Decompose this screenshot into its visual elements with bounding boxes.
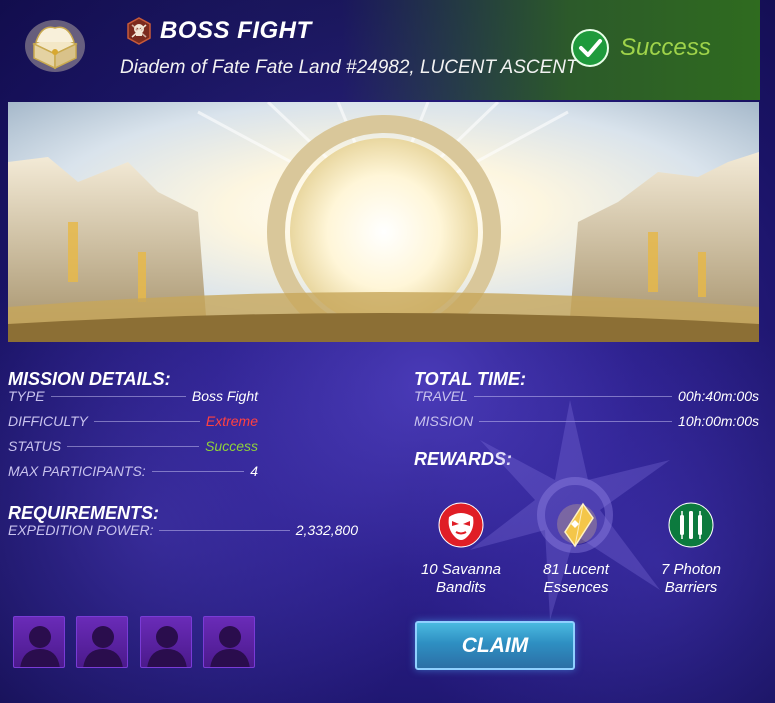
- reward-item-photon-barriers: 7 Photon Barriers: [631, 561, 751, 597]
- row-value: 4: [250, 463, 258, 479]
- silhouette-avatar-icon: [147, 626, 187, 667]
- mission-status-label: Success: [620, 34, 711, 61]
- row-label: TYPE: [8, 388, 45, 404]
- treasure-chest-icon: [25, 20, 85, 72]
- row-divider: [93, 420, 200, 422]
- row-value: Boss Fight: [191, 388, 258, 404]
- row-label: STATUS: [8, 438, 62, 454]
- row-value: 10h:00m:00s: [678, 413, 759, 429]
- lucent-essence-crystal-icon: [557, 502, 597, 548]
- photon-barrier-bars-icon: [668, 502, 714, 548]
- row-label: MAX PARTICIPANTS:: [8, 463, 146, 479]
- row-value: Success: [205, 438, 258, 454]
- reward-name-label: Essences: [543, 579, 609, 596]
- status-row: STATUS Success: [8, 436, 258, 456]
- row-value: 00h:40m:00s: [678, 388, 759, 404]
- reward-item-lucent-essences: 81 Lucent Essences: [516, 561, 636, 597]
- participant-slot[interactable]: [13, 616, 65, 668]
- check-circle-icon: [571, 29, 609, 67]
- participant-slot[interactable]: [76, 616, 128, 668]
- row-divider: [67, 445, 200, 447]
- skull-crossbones-icon: [127, 17, 151, 45]
- mission-location-subtitle: Diadem of Fate Fate Land #24982, LUCENT …: [120, 57, 578, 78]
- silhouette-avatar-icon: [83, 626, 123, 667]
- reward-quantity-label: 10 Savanna: [420, 561, 502, 578]
- participant-slot[interactable]: [140, 616, 192, 668]
- difficulty-row: DIFFICULTY Extreme: [8, 411, 258, 431]
- silhouette-avatar-icon: [210, 626, 250, 667]
- row-divider: [159, 529, 290, 531]
- max-participants-row: MAX PARTICIPANTS: 4: [8, 461, 258, 481]
- mission-banner-image: [8, 102, 759, 342]
- silhouette-avatar-icon: [20, 626, 60, 667]
- reward-quantity-label: 81 Lucent: [543, 561, 609, 578]
- reward-name-label: Bandits: [435, 579, 487, 596]
- expedition-power-row: EXPEDITION POWER: 2,332,800: [8, 520, 358, 540]
- savanna-bandit-mask-icon: [438, 502, 484, 548]
- row-value: 2,332,800: [295, 522, 358, 538]
- row-label: EXPEDITION POWER:: [8, 522, 154, 538]
- row-label: TRAVEL: [414, 388, 468, 404]
- row-value: Extreme: [205, 413, 258, 429]
- mission-type-row: TYPE Boss Fight: [8, 386, 258, 406]
- participant-slot[interactable]: [203, 616, 255, 668]
- row-label: DIFFICULTY: [8, 413, 88, 429]
- claim-button[interactable]: CLAIM: [415, 621, 575, 670]
- row-divider: [151, 470, 245, 472]
- reward-name-label: Barriers: [664, 579, 718, 596]
- row-divider: [50, 395, 186, 397]
- row-divider: [473, 395, 673, 397]
- mission-type-title: BOSS FIGHT: [160, 17, 312, 44]
- reward-item-savanna-bandits: 10 Savanna Bandits: [401, 561, 521, 597]
- reward-quantity-label: 7 Photon: [660, 561, 722, 578]
- row-label: MISSION: [414, 413, 474, 429]
